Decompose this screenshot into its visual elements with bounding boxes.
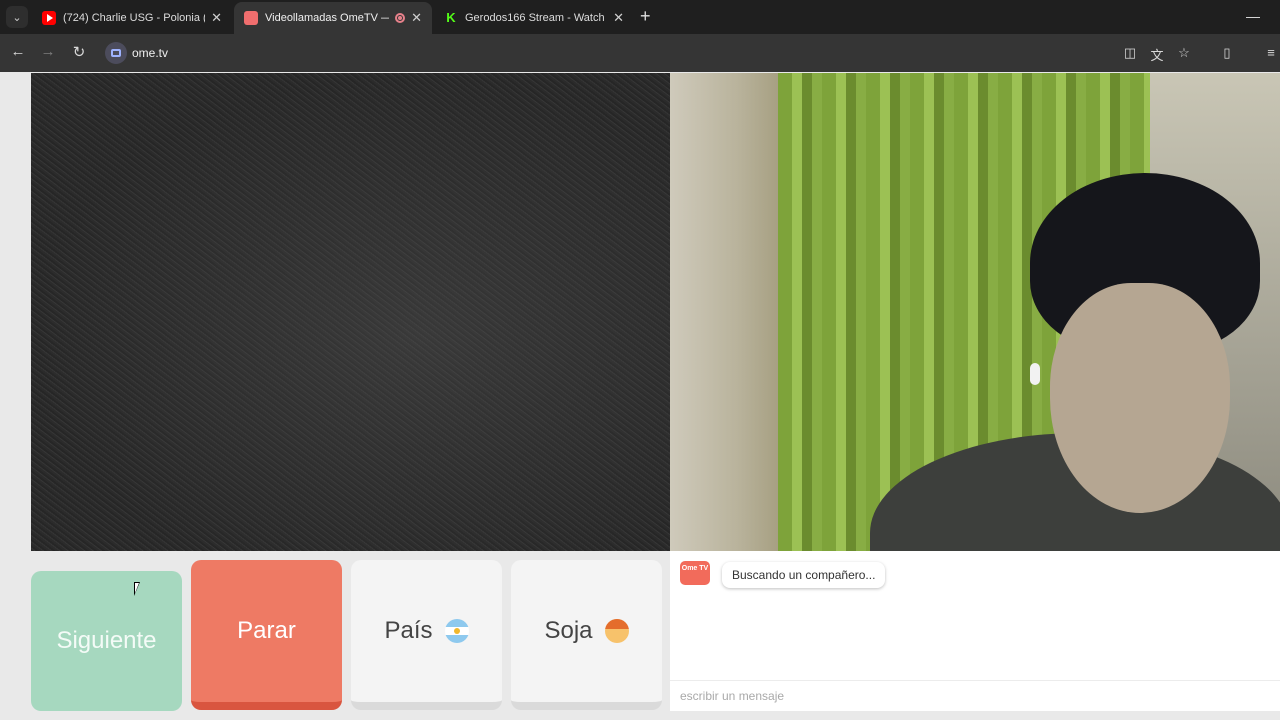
argentina-flag-icon [444, 619, 469, 643]
install-app-icon[interactable]: ◫ [1121, 45, 1139, 61]
status-message: Buscando un compañero... [722, 562, 886, 588]
close-tab-icon[interactable]: ✕ [211, 10, 222, 26]
recording-icon [395, 13, 406, 23]
next-button[interactable]: Siguiente [31, 571, 182, 711]
extensions-icon[interactable]: ▯ [1218, 45, 1236, 61]
gender-filter-button[interactable]: Soja [511, 560, 662, 710]
tab-ometv[interactable]: Videollamadas OmeTV — A ✕ [234, 2, 432, 34]
tab-title: (724) Charlie USG - Polonia (Ly [63, 12, 206, 24]
close-tab-icon[interactable]: ✕ [411, 10, 422, 26]
translate-icon[interactable]: 文 [1148, 45, 1166, 64]
partner-video [31, 73, 670, 551]
back-arrow-icon[interactable]: ← [8, 43, 28, 60]
self-webcam-video [670, 73, 1280, 551]
minimize-window-button[interactable]: — [1246, 8, 1260, 24]
kick-icon: K [444, 11, 458, 25]
tab-youtube[interactable]: (724) Charlie USG - Polonia (Ly ✕ [32, 2, 232, 34]
chat-panel: Ome TV Buscando un compañero... [670, 551, 1280, 711]
reading-list-icon[interactable]: ≡ [1262, 45, 1280, 60]
stop-button-label: Parar [237, 617, 296, 644]
country-button-label: País [384, 617, 433, 644]
reload-icon[interactable]: ↻ [69, 43, 89, 61]
tab-search-chevron-icon[interactable]: ⌄ [6, 6, 28, 28]
close-tab-icon[interactable]: ✕ [613, 10, 624, 26]
tab-title: Videollamadas OmeTV — A [265, 12, 390, 24]
person-emoji-icon [604, 619, 629, 643]
stop-button[interactable]: Parar [191, 560, 342, 710]
tab-strip: ⌄ (724) Charlie USG - Polonia (Ly ✕ Vide… [0, 0, 1280, 34]
tab-title: Gerodos166 Stream - Watch Liv [465, 12, 608, 24]
tab-kick[interactable]: K Gerodos166 Stream - Watch Liv ✕ [434, 2, 634, 34]
ometv-logo-icon: Ome TV [680, 561, 710, 585]
next-button-label: Siguiente [56, 627, 157, 654]
address-bar[interactable]: ome.tv [132, 46, 168, 60]
mouse-cursor-icon [134, 582, 140, 596]
site-info-icon[interactable] [105, 42, 127, 64]
browser-toolbar: ← → ↻ ome.tv ◫ 文 ☆ ▯ ≡ [0, 34, 1280, 72]
new-tab-button[interactable]: + [640, 7, 651, 25]
ometv-icon [244, 11, 258, 25]
gender-button-label: Soja [544, 617, 593, 644]
message-input[interactable] [670, 680, 1280, 710]
forward-arrow-icon[interactable]: → [38, 43, 58, 60]
youtube-icon [42, 11, 56, 25]
country-filter-button[interactable]: País [351, 560, 502, 710]
bookmark-star-icon[interactable]: ☆ [1175, 45, 1193, 61]
